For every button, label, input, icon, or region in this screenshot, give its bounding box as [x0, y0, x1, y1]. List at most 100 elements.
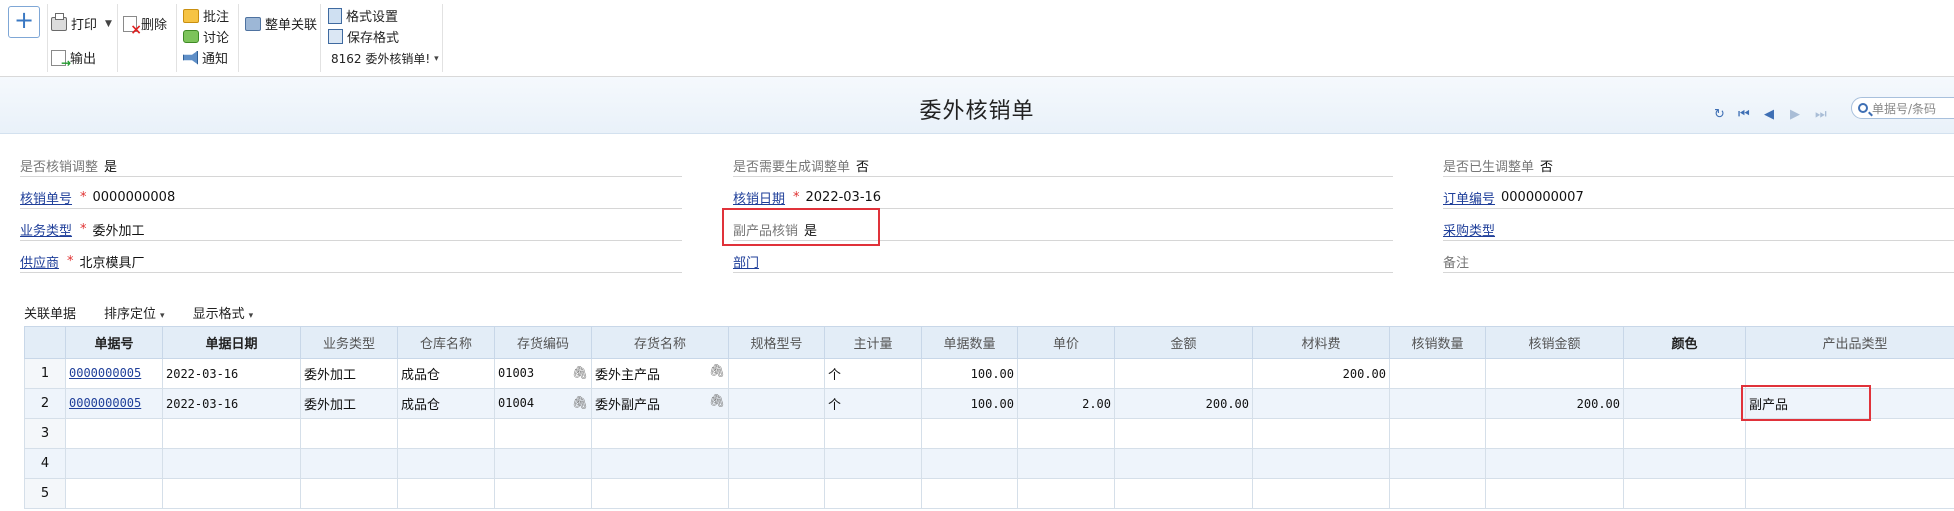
col-header[interactable]: 核销金额	[1485, 326, 1624, 359]
verify-date-label[interactable]: 核销日期	[733, 188, 785, 207]
grid-cell[interactable]	[162, 418, 301, 449]
grid-cell[interactable]	[1745, 448, 1954, 479]
price-cell[interactable]: 2.00	[1017, 388, 1115, 419]
doc-no-cell[interactable]: 0000000005	[65, 388, 163, 419]
display-format-button[interactable]: 显示格式 ▾	[193, 303, 254, 322]
grid-cell[interactable]	[921, 448, 1018, 479]
biz-type-label[interactable]: 业务类型	[20, 220, 72, 239]
purchase-type-label[interactable]: 采购类型	[1443, 220, 1495, 239]
grid-cell[interactable]	[494, 448, 592, 479]
grid-cell[interactable]	[65, 418, 163, 449]
doc-no-cell[interactable]: 0000000005	[65, 358, 163, 389]
supplier-field[interactable]: 供应商 * 北京模具厂	[20, 250, 682, 273]
save-format-button[interactable]: 保存格式	[328, 27, 399, 46]
qty-cell[interactable]: 100.00	[921, 388, 1018, 419]
material-cost-cell[interactable]	[1252, 388, 1390, 419]
annotate-button[interactable]: 批注	[183, 6, 229, 25]
grid-cell[interactable]	[1114, 418, 1253, 449]
grid-cell[interactable]	[824, 448, 922, 479]
col-header[interactable]: 单据数量	[921, 326, 1018, 359]
grid-cell[interactable]	[1389, 478, 1486, 509]
grid-cell[interactable]	[1252, 478, 1390, 509]
paperclip-icon[interactable]: 🖇	[571, 366, 588, 381]
grid-cell[interactable]	[1114, 448, 1253, 479]
grid-cell[interactable]	[1017, 418, 1115, 449]
spec-cell[interactable]	[728, 388, 825, 419]
biz-type-cell[interactable]: 委外加工	[300, 388, 398, 419]
grid-cell[interactable]	[728, 478, 825, 509]
grid-cell[interactable]	[921, 418, 1018, 449]
amount-cell[interactable]	[1114, 358, 1253, 389]
dept-label[interactable]: 部门	[733, 252, 759, 271]
grid-cell[interactable]	[1389, 448, 1486, 479]
notify-button[interactable]: 通知	[183, 48, 228, 67]
sort-locate-button[interactable]: 排序定位 ▾	[104, 303, 165, 322]
delete-button[interactable]: 删除	[123, 14, 167, 37]
verify-qty-cell[interactable]	[1389, 388, 1486, 419]
template-select[interactable]: 8162 委外核销单! ▾	[331, 50, 439, 67]
grid-cell[interactable]	[65, 478, 163, 509]
order-no-label[interactable]: 订单编号	[1443, 188, 1495, 207]
grid-cell[interactable]	[397, 418, 495, 449]
grid-cell[interactable]	[591, 448, 729, 479]
verify-no-label[interactable]: 核销单号	[20, 188, 72, 207]
unit-cell[interactable]: 个	[824, 388, 922, 419]
grid-cell[interactable]	[162, 478, 301, 509]
grid-cell[interactable]	[1017, 478, 1115, 509]
grid-cell[interactable]	[397, 448, 495, 479]
grid-cell[interactable]	[1623, 418, 1746, 449]
paperclip-icon[interactable]: 🖇	[708, 364, 725, 379]
product-type-cell[interactable]: 副产品	[1745, 388, 1954, 419]
doc-no-link[interactable]: 0000000005	[69, 366, 141, 380]
grid-cell[interactable]	[494, 418, 592, 449]
warehouse-cell[interactable]: 成品仓	[397, 388, 495, 419]
biz-type-cell[interactable]: 委外加工	[300, 358, 398, 389]
grid-cell[interactable]	[1485, 448, 1624, 479]
byproduct-field[interactable]: 副产品核销 是	[733, 218, 1393, 241]
grid-cell[interactable]	[1389, 418, 1486, 449]
verify-date-field[interactable]: 核销日期 * 2022-03-16	[733, 186, 1393, 209]
warehouse-cell[interactable]: 成品仓	[397, 358, 495, 389]
table-row[interactable]: 2 0000000005 2022-03-16 委外加工 成品仓 01004 🖇 …	[24, 388, 1954, 419]
table-row[interactable]: 1 0000000005 2022-03-16 委外加工 成品仓 01003 🖇 …	[24, 358, 1954, 389]
material-cost-cell[interactable]: 200.00	[1252, 358, 1390, 389]
qty-cell[interactable]: 100.00	[921, 358, 1018, 389]
grid-cell[interactable]	[300, 448, 398, 479]
grid-cell[interactable]	[65, 448, 163, 479]
doc-no-link[interactable]: 0000000005	[69, 396, 141, 410]
paperclip-icon[interactable]: 🖇	[571, 396, 588, 411]
grid-cell[interactable]	[494, 478, 592, 509]
item-code-cell[interactable]: 01003 🖇	[494, 358, 592, 389]
supplier-label[interactable]: 供应商	[20, 252, 59, 271]
col-header[interactable]: 核销数量	[1389, 326, 1486, 359]
prev-record-icon[interactable]: ◀	[1764, 107, 1774, 122]
search-input[interactable]: 单据号/条码	[1851, 97, 1954, 119]
grid-cell[interactable]	[1623, 448, 1746, 479]
grid-cell[interactable]	[1114, 478, 1253, 509]
refresh-icon[interactable]: ↻	[1714, 107, 1725, 122]
col-header[interactable]: 存货编码	[494, 326, 592, 359]
col-header[interactable]: 单据日期	[162, 326, 301, 359]
grid-cell[interactable]	[824, 418, 922, 449]
verify-no-field[interactable]: 核销单号 * 0000000008	[20, 186, 682, 209]
biz-type-field[interactable]: 业务类型 * 委外加工	[20, 218, 682, 241]
grid-cell[interactable]	[162, 448, 301, 479]
related-docs-button[interactable]: 关联单据	[24, 303, 76, 322]
verify-amount-cell[interactable]	[1485, 358, 1624, 389]
col-header[interactable]: 材料费	[1252, 326, 1390, 359]
grid-cell[interactable]	[591, 418, 729, 449]
grid-cell[interactable]	[728, 448, 825, 479]
grid-cell[interactable]	[1017, 448, 1115, 479]
col-header[interactable]: 仓库名称	[397, 326, 495, 359]
verify-amount-cell[interactable]: 200.00	[1485, 388, 1624, 419]
dept-field[interactable]: 部门	[733, 250, 1393, 273]
grid-cell[interactable]	[1485, 418, 1624, 449]
price-cell[interactable]	[1017, 358, 1115, 389]
item-code-cell[interactable]: 01004 🖇	[494, 388, 592, 419]
table-row[interactable]: 3	[24, 418, 1954, 449]
grid-cell[interactable]	[300, 478, 398, 509]
grid-cell[interactable]	[591, 478, 729, 509]
last-record-icon[interactable]: ⏭	[1815, 107, 1827, 122]
print-button[interactable]: 打印 ▼	[51, 12, 112, 33]
discuss-button[interactable]: 讨论	[183, 27, 229, 46]
